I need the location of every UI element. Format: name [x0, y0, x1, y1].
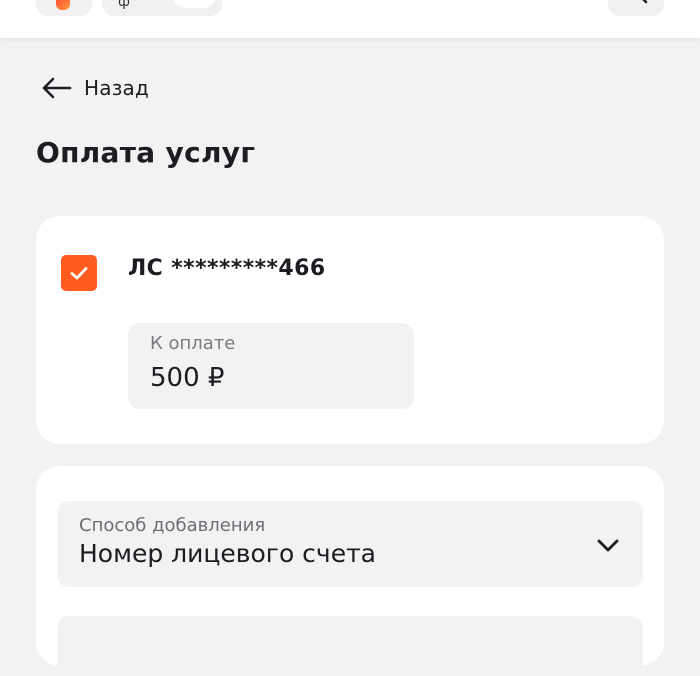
checkmark-icon: [70, 267, 88, 280]
search-icon: [642, 0, 648, 4]
amount-due-caption: К оплате: [150, 333, 236, 354]
add-method-value: Номер лицевого счета: [79, 539, 376, 568]
pill-knob: [172, 0, 216, 8]
account-checkbox[interactable]: [61, 255, 97, 291]
back-link[interactable]: Назад: [40, 72, 149, 104]
brand-logo-icon: [56, 0, 70, 10]
back-label: Назад: [84, 76, 150, 100]
top-toggle-pill[interactable]: ф: [102, 0, 222, 16]
amount-due-value: 500 ₽: [150, 363, 225, 393]
arrow-left-icon: [42, 77, 72, 99]
amount-due-box: К оплате 500 ₽: [128, 323, 414, 409]
account-card: ЛС *********466 К оплате 500 ₽: [36, 216, 664, 444]
home-logo-button[interactable]: [36, 0, 92, 16]
top-app-bar: ф: [0, 0, 700, 38]
add-method-select[interactable]: Способ добавления Номер лицевого счета: [57, 501, 643, 587]
pill-glyph-icon: ф: [118, 0, 130, 10]
account-number-label: ЛС *********466: [128, 256, 326, 281]
add-method-caption: Способ добавления: [79, 515, 266, 536]
search-button[interactable]: [608, 0, 664, 16]
chevron-down-icon: [597, 539, 619, 552]
add-method-card: Способ добавления Номер лицевого счета: [36, 466, 664, 676]
account-number-field[interactable]: [57, 616, 643, 676]
page-title: Оплата услуг: [36, 136, 256, 169]
